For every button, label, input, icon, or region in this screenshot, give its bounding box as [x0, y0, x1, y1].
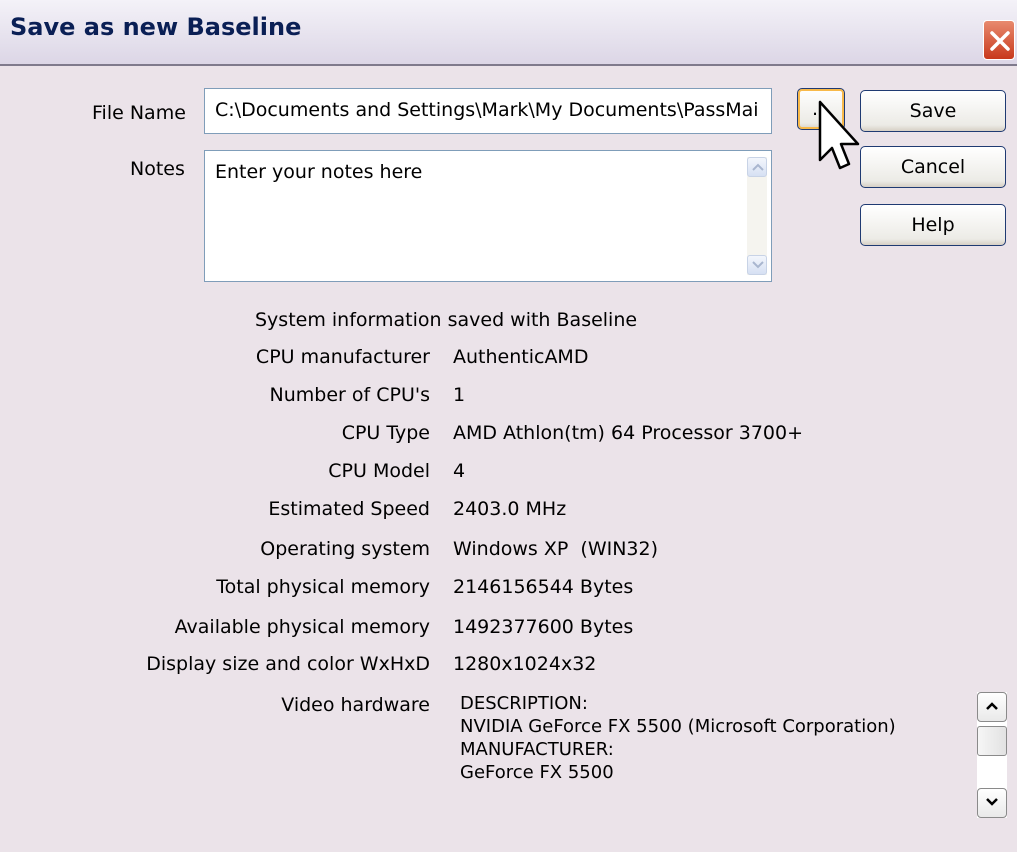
chevron-down-icon	[986, 798, 998, 806]
save-baseline-dialog: Save as new Baseline File Name C:\Docume…	[0, 0, 1017, 852]
save-label: Save	[909, 100, 957, 122]
video-scroll-down-button[interactable]	[977, 788, 1007, 818]
cpu-model-label: CPU Model	[328, 460, 430, 482]
video-scroll-up-button[interactable]	[977, 692, 1007, 722]
video-scrollbar[interactable]	[977, 692, 1007, 818]
help-button[interactable]: Help	[860, 204, 1006, 246]
available-memory-value: 1492377600 Bytes	[453, 616, 634, 638]
video-scroll-thumb[interactable]	[977, 726, 1007, 756]
notes-textarea[interactable]: Enter your notes here	[204, 150, 772, 282]
video-hardware-label: Video hardware	[281, 694, 430, 716]
chevron-up-icon	[986, 702, 998, 710]
display-size-value: 1280x1024x32	[453, 653, 597, 675]
notes-scroll-down-button[interactable]	[747, 255, 767, 275]
video-hardware-box: DESCRIPTION: NVIDIA GeForce FX 5500 (Mic…	[460, 692, 970, 812]
save-button[interactable]: Save	[860, 90, 1006, 132]
notes-scrollbar[interactable]	[747, 157, 767, 275]
sysinfo-heading: System information saved with Baseline	[255, 309, 638, 331]
window-title: Save as new Baseline	[10, 13, 302, 41]
help-label: Help	[911, 214, 955, 236]
total-memory-value: 2146156544 Bytes	[453, 576, 634, 598]
total-memory-label: Total physical memory	[216, 576, 430, 598]
close-button[interactable]	[983, 20, 1015, 60]
file-name-value: C:\Documents and Settings\Mark\My Docume…	[215, 99, 759, 121]
cpu-count-value: 1	[453, 384, 466, 406]
cancel-label: Cancel	[900, 156, 966, 178]
notes-scroll-up-button[interactable]	[747, 157, 767, 177]
estimated-speed-value: 2403.0 MHz	[453, 498, 567, 520]
mouse-pointer-icon	[812, 98, 866, 188]
notes-label: Notes	[130, 158, 185, 180]
cpu-type-label: CPU Type	[341, 422, 430, 444]
file-name-label: File Name	[92, 102, 186, 124]
cpu-type-value: AMD Athlon(tm) 64 Processor 3700+	[453, 422, 804, 444]
estimated-speed-label: Estimated Speed	[268, 498, 430, 520]
video-line: DESCRIPTION:	[460, 693, 588, 714]
chevron-down-icon	[752, 261, 764, 269]
video-line: NVIDIA GeForce FX 5500 (Microsoft Corpor…	[460, 716, 896, 737]
cpu-manufacturer-label: CPU manufacturer	[255, 346, 430, 368]
chevron-up-icon	[752, 163, 764, 171]
operating-system-label: Operating system	[260, 538, 430, 560]
cancel-button[interactable]: Cancel	[860, 146, 1006, 188]
operating-system-value: Windows XP (WIN32)	[453, 538, 659, 560]
close-icon	[990, 31, 1010, 51]
video-line: GeForce FX 5500	[460, 762, 614, 783]
notes-value: Enter your notes here	[215, 161, 423, 183]
video-line: MANUFACTURER:	[460, 739, 614, 760]
cpu-count-label: Number of CPU's	[269, 384, 430, 406]
available-memory-label: Available physical memory	[174, 616, 430, 638]
file-name-field[interactable]: C:\Documents and Settings\Mark\My Docume…	[204, 88, 772, 134]
title-bar[interactable]: Save as new Baseline	[0, 0, 1017, 66]
cpu-model-value: 4	[453, 460, 466, 482]
display-size-label: Display size and color WxHxD	[146, 653, 430, 675]
cpu-manufacturer-value: AuthenticAMD	[453, 346, 589, 368]
